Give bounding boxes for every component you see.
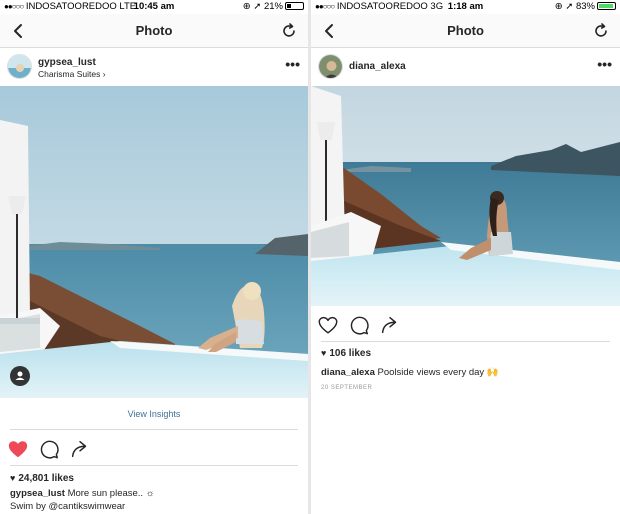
- username[interactable]: gypsea_lust: [38, 57, 96, 68]
- divider: [321, 341, 610, 342]
- status-bar: ●●○○○ INDOSATOOREDOO 3G 1:18 am ⊕ ➚ 83%: [311, 0, 620, 14]
- caption: diana_alexa Poolside views every day 🙌: [321, 366, 612, 379]
- lock-rotation-icon: ⊕: [554, 1, 563, 12]
- likes-label: 106 likes: [329, 348, 372, 359]
- refresh-icon[interactable]: [592, 22, 610, 40]
- caption-line-2: Swim by @cantikswimwear: [10, 501, 126, 512]
- status-bar: ●●○○○ INDOSATOOREDOO LTE 10:45 am ⊕ ➚ 21…: [0, 0, 308, 14]
- battery-percent: 21%: [263, 1, 283, 12]
- more-dots-icon[interactable]: •••: [285, 57, 300, 71]
- caption-text: Poolside views every day 🙌: [377, 367, 499, 378]
- comment-icon[interactable]: [38, 438, 60, 460]
- action-bar: [311, 310, 620, 340]
- heart-icon[interactable]: [7, 438, 29, 460]
- location-arrow-icon: ➚: [253, 1, 262, 12]
- refresh-icon[interactable]: [280, 22, 298, 40]
- poolside-santorini-photo: [0, 86, 308, 398]
- post-date: 20 SEPTEMBER: [321, 385, 373, 391]
- likes-count[interactable]: ♥ 24,801 likes: [10, 473, 74, 484]
- action-bar: [0, 434, 308, 464]
- post-header: diana_alexa •••: [311, 48, 620, 86]
- share-icon[interactable]: [379, 314, 401, 336]
- small-heart-icon: ♥: [321, 348, 327, 358]
- battery-icon: [597, 2, 616, 10]
- location-link[interactable]: Charisma Suites ›: [38, 69, 106, 79]
- caption-username[interactable]: diana_alexa: [321, 367, 375, 378]
- user-tag-icon[interactable]: [10, 366, 30, 386]
- caption: gypsea_lust More sun please.. ☼ Swim by …: [10, 487, 300, 513]
- share-icon[interactable]: [69, 438, 91, 460]
- avatar[interactable]: [318, 54, 343, 79]
- likes-count[interactable]: ♥ 106 likes: [321, 348, 371, 359]
- small-heart-icon: ♥: [10, 473, 16, 483]
- comment-icon[interactable]: [348, 314, 370, 336]
- location-chevron-icon: ›: [102, 69, 106, 79]
- view-insights-link[interactable]: View Insights: [10, 401, 298, 430]
- avatar[interactable]: [7, 54, 32, 79]
- right-phone-screen: ●●○○○ INDOSATOOREDOO 3G 1:18 am ⊕ ➚ 83% …: [311, 0, 620, 514]
- likes-label: 24,801 likes: [18, 473, 74, 484]
- post-header: gypsea_lust Charisma Suites › •••: [0, 48, 308, 86]
- more-dots-icon[interactable]: •••: [597, 57, 612, 71]
- left-phone-screen: ●●○○○ INDOSATOOREDOO LTE 10:45 am ⊕ ➚ 21…: [0, 0, 308, 514]
- nav-bar: Photo: [0, 14, 308, 48]
- location-arrow-icon: ➚: [565, 1, 574, 12]
- page-title: Photo: [447, 23, 484, 38]
- username[interactable]: diana_alexa: [349, 61, 406, 72]
- caption-username[interactable]: gypsea_lust: [10, 488, 65, 499]
- page-title: Photo: [135, 23, 173, 38]
- poolside-caldera-photo: [311, 86, 620, 306]
- divider: [10, 465, 298, 466]
- post-photo[interactable]: [0, 86, 308, 398]
- battery-icon: [285, 2, 304, 10]
- lock-rotation-icon: ⊕: [242, 1, 251, 12]
- nav-bar: Photo: [311, 14, 620, 48]
- heart-icon[interactable]: [317, 314, 339, 336]
- post-photo[interactable]: [311, 86, 620, 306]
- location-label: Charisma Suites: [38, 69, 101, 79]
- battery-percent: 83%: [575, 1, 595, 12]
- caption-text: More sun please.. ☼: [67, 488, 155, 499]
